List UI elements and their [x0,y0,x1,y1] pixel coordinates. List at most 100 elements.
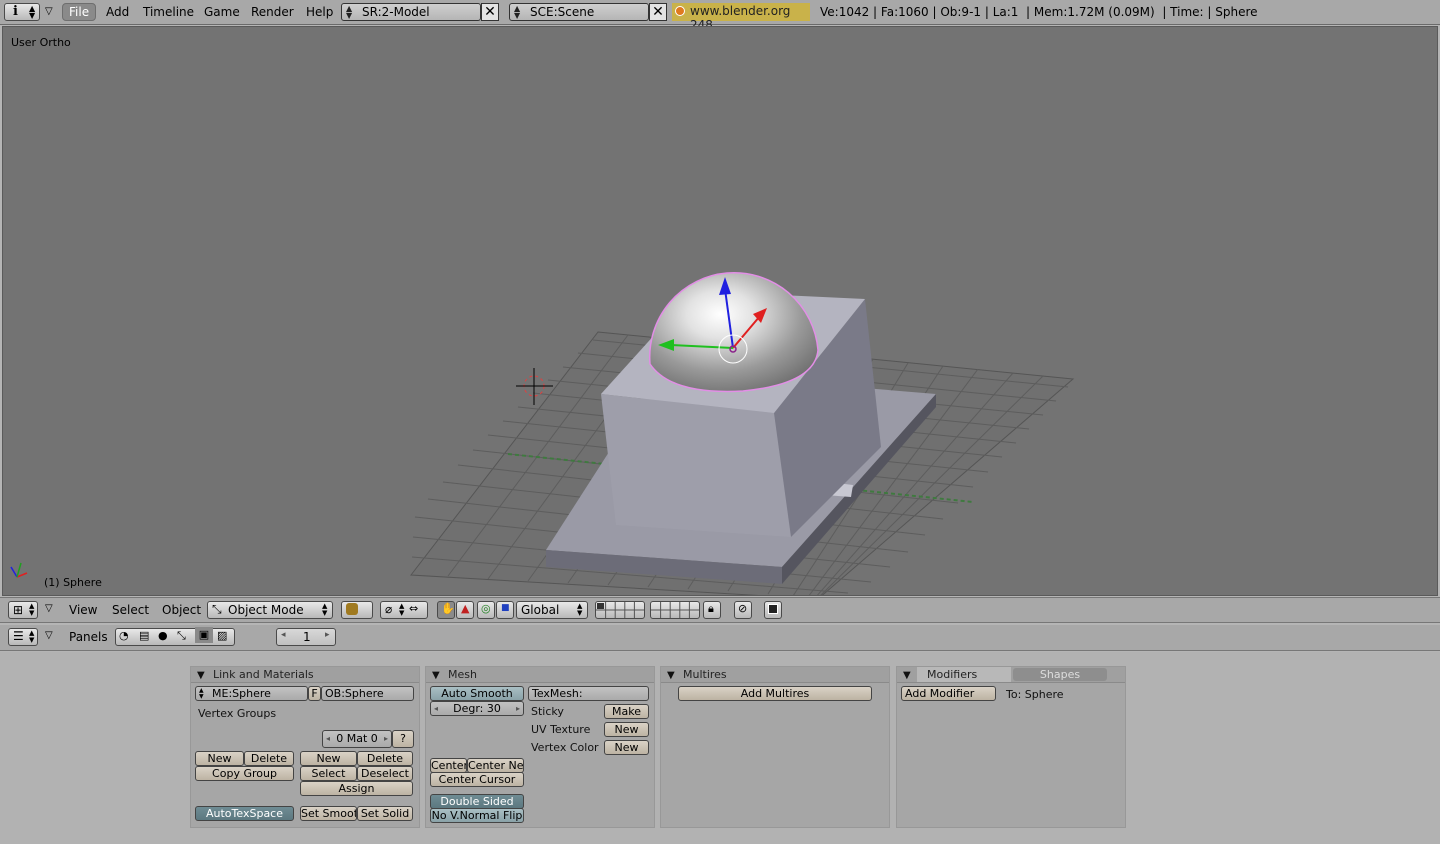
script-context-icon[interactable]: ▤ [139,629,149,642]
updown-icon: ▲ ▼ [29,629,35,644]
material-index-field[interactable]: ◂ 0 Mat 0 ▸ [322,730,392,748]
screen-selector[interactable]: ▲ ▼ SR:2-Model [341,3,481,21]
editor-type-3d-button[interactable]: ⊞ ▲ ▼ [8,601,38,619]
scene-context-icon[interactable]: ▨ [217,629,227,642]
delete-screen-button[interactable]: ✕ [481,3,499,21]
render-preview-button[interactable] [764,601,782,619]
mesh-name-field[interactable]: ▲ ▼ ME:Sphere [195,686,308,701]
menu-file[interactable]: File [69,5,89,19]
updown-icon: ▲ ▼ [199,687,204,700]
collapse-menu-icon[interactable]: ▽ [45,6,53,17]
menu-add[interactable]: Add [106,5,129,19]
frame-number-field[interactable]: ◂ 1 ▸ [276,628,336,646]
panel-title: Link and Materials [213,668,314,681]
material-assign-button[interactable]: Assign [300,781,413,796]
center-cursor-button[interactable]: Center Cursor [430,772,524,787]
orientation-selector[interactable]: Global ▲ ▼ [516,601,588,619]
material-deselect-button[interactable]: Deselect [357,766,413,781]
vertex-group-new-button[interactable]: New [195,751,244,766]
smooth-degree-field[interactable]: ◂ Degr: 30 ▸ [430,701,524,716]
center-button[interactable]: Center [430,758,467,773]
panel-header: ▼ Modifiers Shapes [897,667,1125,683]
increment-arrow-icon[interactable]: ▸ [325,630,330,640]
logic-context-icon[interactable]: ◔ [119,629,129,642]
material-delete-button[interactable]: Delete [357,751,413,766]
3d-viewport[interactable]: User Ortho (1) Sphere [2,26,1438,596]
manipulator-toggle[interactable]: ✋ [437,601,455,619]
collapse-triangle-icon[interactable]: ▼ [197,668,205,683]
collapse-triangle-icon[interactable]: ▼ [903,668,911,683]
draw-type-selector[interactable] [341,601,373,619]
increment-arrow-icon[interactable]: ▸ [516,702,520,715]
frame-number-value: 1 [303,630,311,644]
scale-manipulator-button[interactable]: ■ [496,601,514,619]
object-name-field[interactable]: OB:Sphere [321,686,414,701]
layer-buttons-group-1[interactable] [595,601,645,619]
set-solid-button[interactable]: Set Solid [357,806,413,821]
menu-object[interactable]: Object [162,603,201,617]
autotexspace-toggle[interactable]: AutoTexSpace [195,806,294,821]
updown-icon: ▲ ▼ [399,602,405,617]
double-sided-toggle[interactable]: Double Sided [430,794,524,809]
render-icon [768,604,778,614]
scene-selector[interactable]: ▲ ▼ SCE:Scene [509,3,649,21]
material-select-button[interactable]: Select [300,766,357,781]
translate-manipulator-button[interactable]: ▲ [456,601,474,619]
panel-header[interactable]: ▼ Multires [661,667,889,683]
collapse-menu-icon[interactable]: ▽ [45,603,53,614]
no-vnormal-flip-toggle[interactable]: No V.Normal Flip [430,808,524,823]
copy-group-button[interactable]: Copy Group [195,766,294,781]
updown-icon: ▲ ▼ [346,4,353,20]
decrement-arrow-icon[interactable]: ◂ [281,630,286,640]
menu-timeline[interactable]: Timeline [143,5,194,19]
add-modifier-button[interactable]: Add Modifier [901,686,996,701]
center-new-button[interactable]: Center Ne [467,758,524,773]
triangle-icon: ▲ [461,602,470,615]
decrement-arrow-icon[interactable]: ◂ [326,731,330,747]
sticky-make-button[interactable]: Make [604,704,649,719]
editor-type-button[interactable]: i ▲ ▼ [4,3,40,21]
panel-header[interactable]: ▼ Link and Materials [191,667,419,683]
collapse-triangle-icon[interactable]: ▼ [432,668,440,683]
menu-render[interactable]: Render [251,5,294,19]
texmesh-field[interactable]: TexMesh: [528,686,649,701]
editing-context-icon[interactable]: ▣ [195,627,213,643]
menu-game[interactable]: Game [204,5,240,19]
magnet-icon: ⊘ [738,602,748,615]
set-smooth-button[interactable]: Set Smoot [300,806,357,821]
menu-view[interactable]: View [69,603,97,617]
collapse-triangle-icon[interactable]: ▼ [667,668,675,683]
menu-help[interactable]: Help [306,5,333,19]
mode-selector[interactable]: ⤡ Object Mode ▲ ▼ [207,601,333,619]
vertex-group-delete-button[interactable]: Delete [244,751,294,766]
tab-shapes[interactable]: Shapes [1013,668,1107,681]
lock-layers-button[interactable]: 🔒︎ [703,601,721,619]
add-multires-button[interactable]: Add Multires [678,686,872,701]
object-context-icon[interactable]: ⤡ [177,629,186,643]
buttons-window-icon: ☰ [13,629,24,643]
rotate-manipulator-button[interactable]: ◎ [477,601,495,619]
vertex-color-new-button[interactable]: New [604,740,649,755]
snap-toggle[interactable]: ⊘ [734,601,752,619]
updown-icon: ▲ ▼ [577,602,583,617]
auto-smooth-toggle[interactable]: Auto Smooth [430,686,524,701]
delete-scene-button[interactable]: ✕ [649,3,667,21]
menu-select[interactable]: Select [112,603,149,617]
editor-type-buttons-button[interactable]: ☰ ▲ ▼ [8,628,38,646]
material-help-button[interactable]: ? [392,730,414,748]
shading-context-icon[interactable]: ● [158,629,168,642]
panel-header[interactable]: ▼ Mesh [426,667,654,683]
menu-panels[interactable]: Panels [69,630,108,644]
layer-buttons-group-2[interactable] [650,601,700,619]
pivot-selector[interactable]: ⌀ ▲ ▼ ⇔ [380,601,428,619]
uv-texture-new-button[interactable]: New [604,722,649,737]
blender-link[interactable]: www.blender.org 248 [672,3,810,32]
material-new-button[interactable]: New [300,751,357,766]
fake-user-button[interactable]: F [308,686,321,701]
info-icon: i [13,4,18,19]
decrement-arrow-icon[interactable]: ◂ [434,702,438,715]
align-icon: ⇔ [409,602,419,615]
increment-arrow-icon[interactable]: ▸ [384,731,388,747]
tab-modifiers[interactable]: Modifiers [917,667,1011,682]
collapse-menu-icon[interactable]: ▽ [45,630,53,641]
